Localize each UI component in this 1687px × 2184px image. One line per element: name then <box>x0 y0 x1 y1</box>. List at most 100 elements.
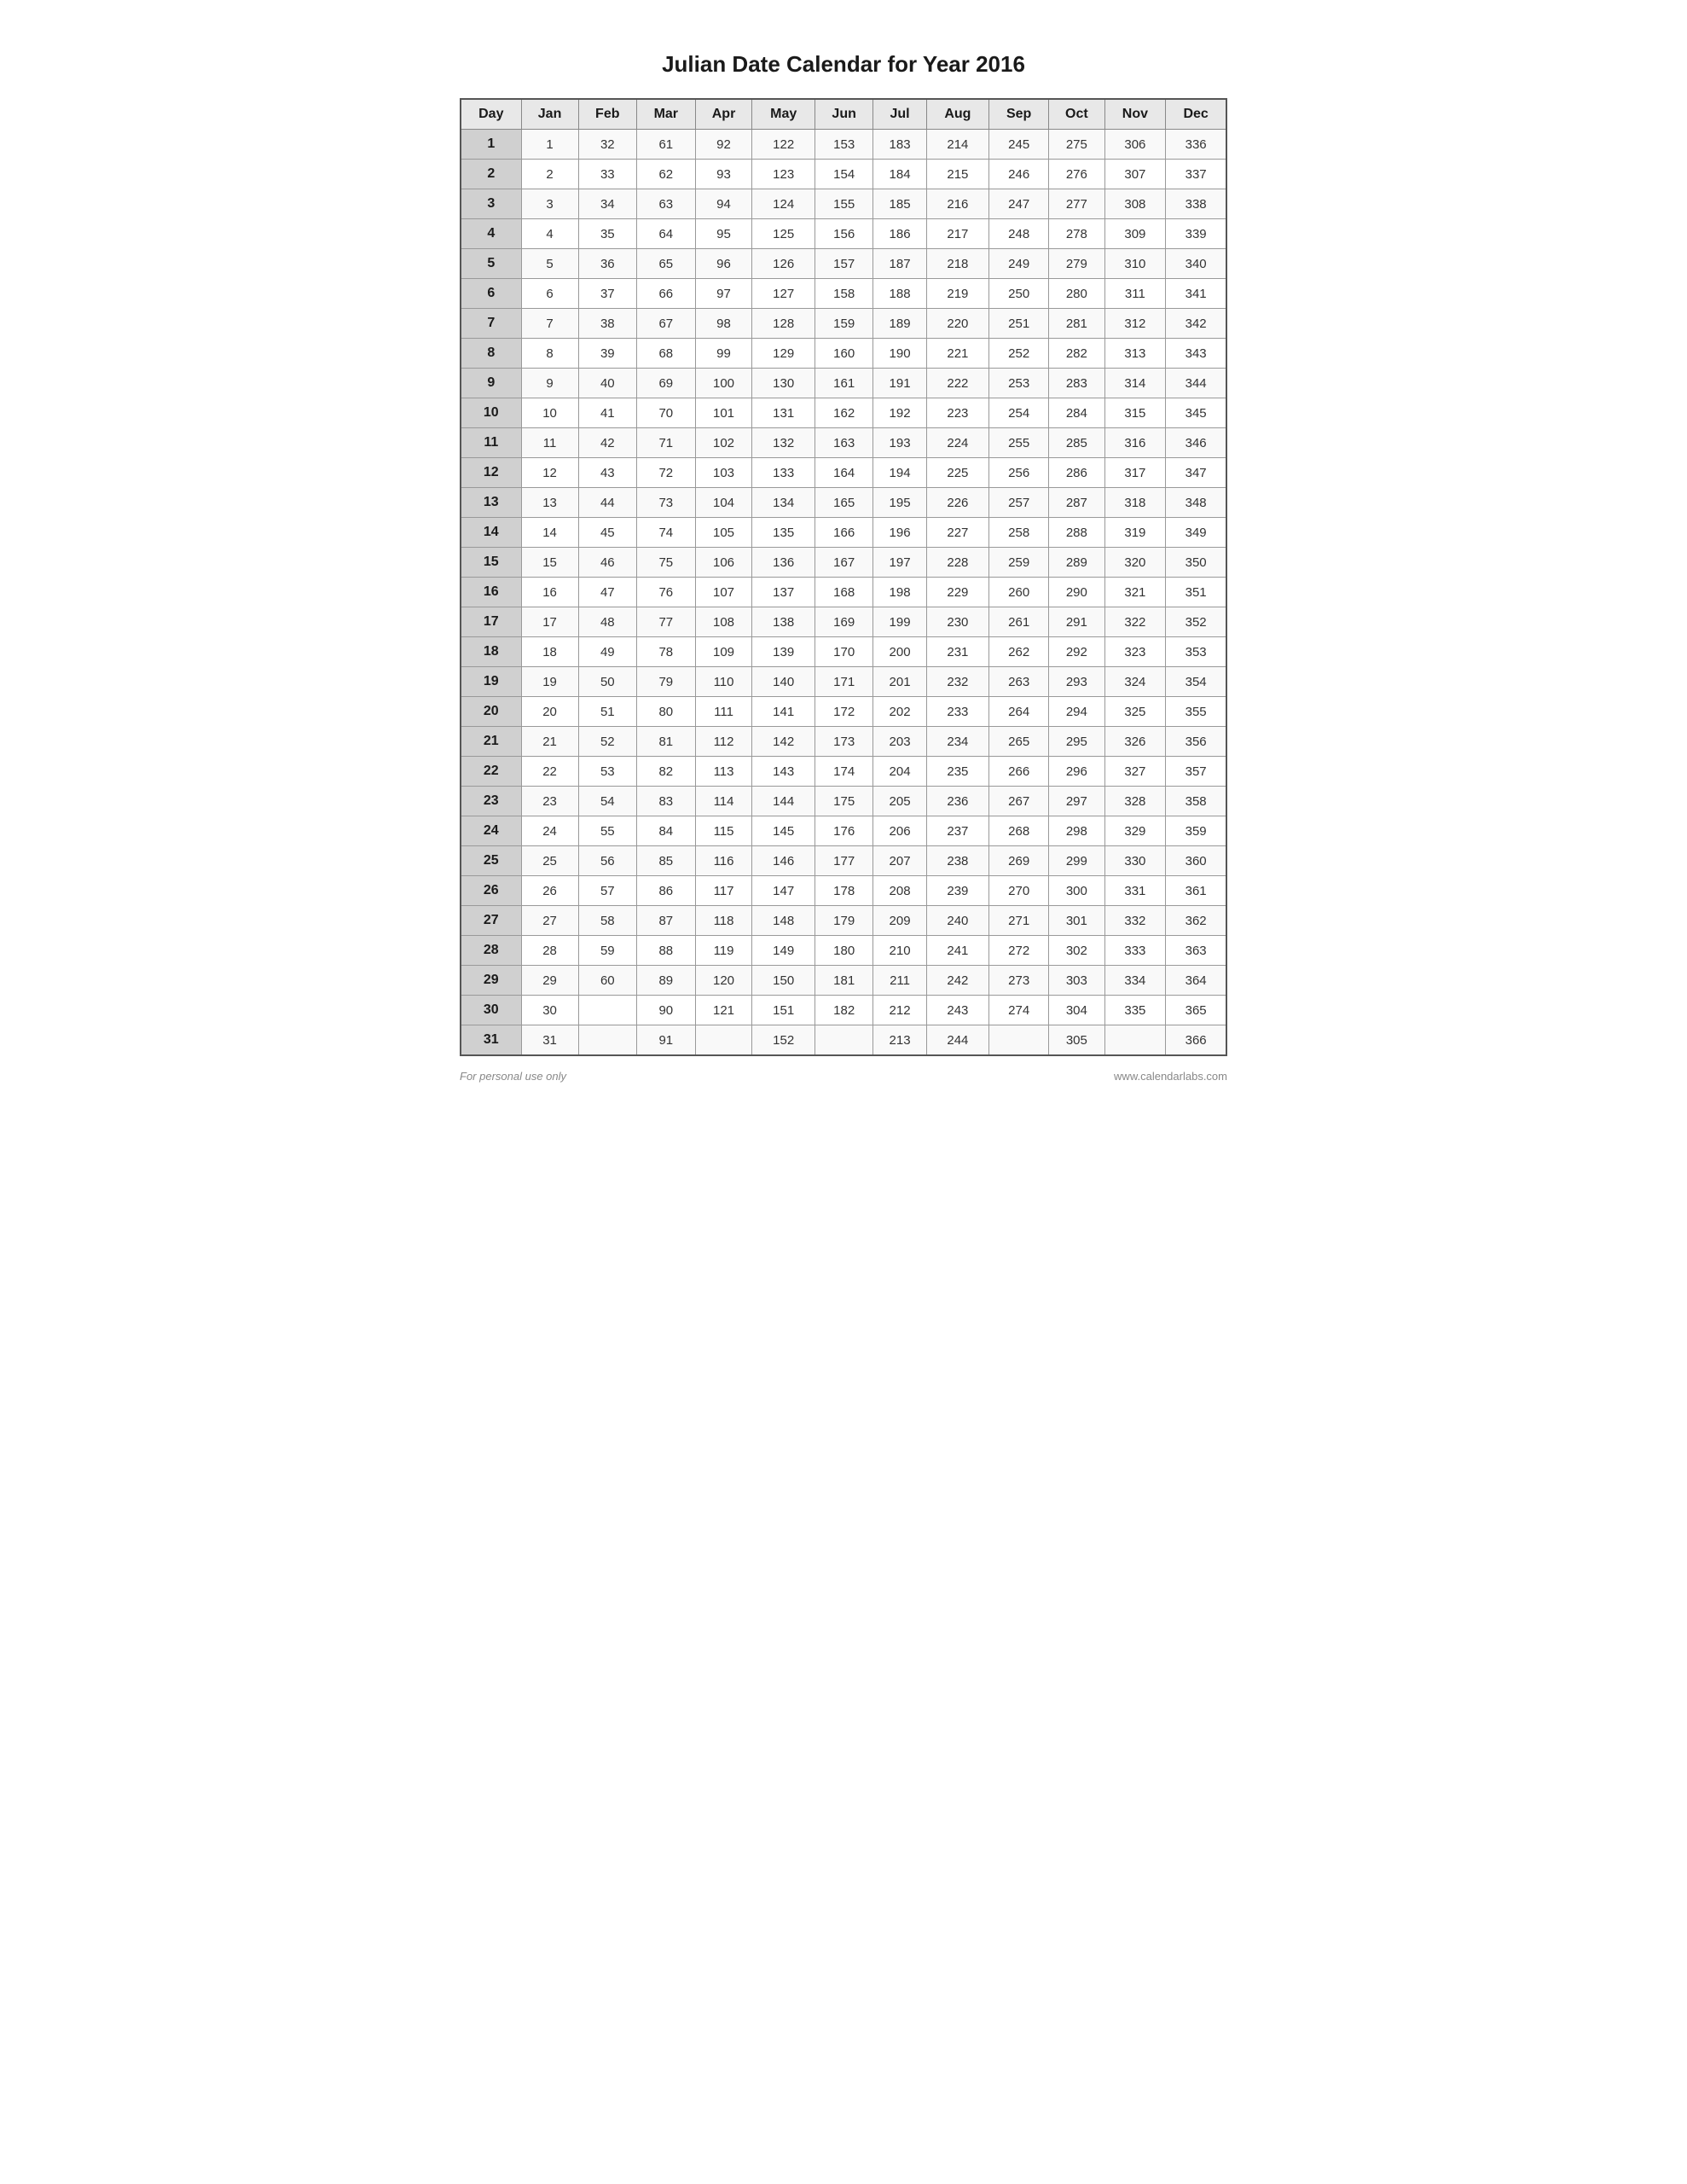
month-cell-mar: 87 <box>637 906 696 936</box>
month-cell-dec: 349 <box>1166 518 1226 548</box>
month-cell-aug: 226 <box>926 488 988 518</box>
month-cell-nov: 308 <box>1104 189 1166 219</box>
month-cell-jul: 213 <box>873 1025 926 1056</box>
month-cell-jan: 13 <box>521 488 578 518</box>
month-cell-mar: 79 <box>637 667 696 697</box>
month-cell-jun: 175 <box>815 787 873 816</box>
month-cell-oct: 288 <box>1049 518 1104 548</box>
month-cell-may: 124 <box>752 189 815 219</box>
month-cell-may: 136 <box>752 548 815 578</box>
month-cell-jan: 31 <box>521 1025 578 1056</box>
month-cell-jun: 172 <box>815 697 873 727</box>
month-cell-sep: 269 <box>989 846 1049 876</box>
month-cell-apr: 112 <box>695 727 752 757</box>
month-cell-mar: 78 <box>637 637 696 667</box>
month-cell-feb: 59 <box>578 936 637 966</box>
month-cell-nov: 321 <box>1104 578 1166 607</box>
month-cell-oct: 278 <box>1049 219 1104 249</box>
table-row: 44356495125156186217248278309339 <box>461 219 1226 249</box>
month-cell-jun: 182 <box>815 996 873 1025</box>
month-cell-jan: 29 <box>521 966 578 996</box>
month-cell-nov: 329 <box>1104 816 1166 846</box>
table-row: 10104170101131162192223254284315345 <box>461 398 1226 428</box>
table-row: 24245584115145176206237268298329359 <box>461 816 1226 846</box>
table-row: 11114271102132163193224255285316346 <box>461 428 1226 458</box>
month-cell-sep: 271 <box>989 906 1049 936</box>
month-cell-sep: 250 <box>989 279 1049 309</box>
day-cell: 27 <box>461 906 521 936</box>
month-cell-sep: 272 <box>989 936 1049 966</box>
table-row: 23235483114144175205236267297328358 <box>461 787 1226 816</box>
table-row: 27275887118148179209240271301332362 <box>461 906 1226 936</box>
month-cell-nov <box>1104 1025 1166 1056</box>
day-cell: 5 <box>461 249 521 279</box>
month-cell-dec: 351 <box>1166 578 1226 607</box>
table-row: 14144574105135166196227258288319349 <box>461 518 1226 548</box>
month-cell-dec: 359 <box>1166 816 1226 846</box>
month-cell-sep: 267 <box>989 787 1049 816</box>
page-container: Julian Date Calendar for Year 2016 DayJa… <box>460 51 1227 1083</box>
month-cell-aug: 234 <box>926 727 988 757</box>
month-cell-feb: 58 <box>578 906 637 936</box>
month-cell-jan: 25 <box>521 846 578 876</box>
month-cell-oct: 276 <box>1049 160 1104 189</box>
month-cell-dec: 366 <box>1166 1025 1226 1056</box>
month-cell-jul: 201 <box>873 667 926 697</box>
month-cell-mar: 72 <box>637 458 696 488</box>
month-cell-aug: 242 <box>926 966 988 996</box>
month-cell-jun: 160 <box>815 339 873 369</box>
month-cell-feb <box>578 1025 637 1056</box>
month-cell-dec: 363 <box>1166 936 1226 966</box>
month-cell-jul: 192 <box>873 398 926 428</box>
calendar-table: DayJanFebMarAprMayJunJulAugSepOctNovDec … <box>460 98 1227 1056</box>
month-cell-sep: 251 <box>989 309 1049 339</box>
month-cell-feb <box>578 996 637 1025</box>
month-cell-oct: 299 <box>1049 846 1104 876</box>
month-cell-jan: 26 <box>521 876 578 906</box>
month-cell-nov: 325 <box>1104 697 1166 727</box>
month-cell-aug: 235 <box>926 757 988 787</box>
month-cell-feb: 38 <box>578 309 637 339</box>
table-row: 16164776107137168198229260290321351 <box>461 578 1226 607</box>
table-row: 28285988119149180210241272302333363 <box>461 936 1226 966</box>
table-row: 55366596126157187218249279310340 <box>461 249 1226 279</box>
month-cell-oct: 287 <box>1049 488 1104 518</box>
month-cell-jan: 28 <box>521 936 578 966</box>
month-cell-may: 139 <box>752 637 815 667</box>
header-cell-jul: Jul <box>873 99 926 130</box>
month-cell-jul: 191 <box>873 369 926 398</box>
month-cell-jul: 185 <box>873 189 926 219</box>
month-cell-oct: 291 <box>1049 607 1104 637</box>
month-cell-sep: 259 <box>989 548 1049 578</box>
month-cell-feb: 44 <box>578 488 637 518</box>
day-cell: 1 <box>461 130 521 160</box>
month-cell-apr: 98 <box>695 309 752 339</box>
month-cell-dec: 362 <box>1166 906 1226 936</box>
month-cell-mar: 83 <box>637 787 696 816</box>
month-cell-feb: 47 <box>578 578 637 607</box>
month-cell-nov: 319 <box>1104 518 1166 548</box>
day-cell: 9 <box>461 369 521 398</box>
month-cell-apr: 119 <box>695 936 752 966</box>
day-cell: 30 <box>461 996 521 1025</box>
month-cell-mar: 71 <box>637 428 696 458</box>
month-cell-apr: 106 <box>695 548 752 578</box>
month-cell-may: 152 <box>752 1025 815 1056</box>
month-cell-apr: 118 <box>695 906 752 936</box>
month-cell-oct: 277 <box>1049 189 1104 219</box>
month-cell-mar: 67 <box>637 309 696 339</box>
month-cell-feb: 37 <box>578 279 637 309</box>
day-cell: 13 <box>461 488 521 518</box>
day-cell: 4 <box>461 219 521 249</box>
month-cell-jun: 180 <box>815 936 873 966</box>
day-cell: 20 <box>461 697 521 727</box>
month-cell-oct: 305 <box>1049 1025 1104 1056</box>
month-cell-apr: 104 <box>695 488 752 518</box>
month-cell-sep: 257 <box>989 488 1049 518</box>
month-cell-sep: 252 <box>989 339 1049 369</box>
month-cell-jun: 153 <box>815 130 873 160</box>
month-cell-feb: 41 <box>578 398 637 428</box>
month-cell-mar: 76 <box>637 578 696 607</box>
month-cell-oct: 295 <box>1049 727 1104 757</box>
month-cell-may: 123 <box>752 160 815 189</box>
